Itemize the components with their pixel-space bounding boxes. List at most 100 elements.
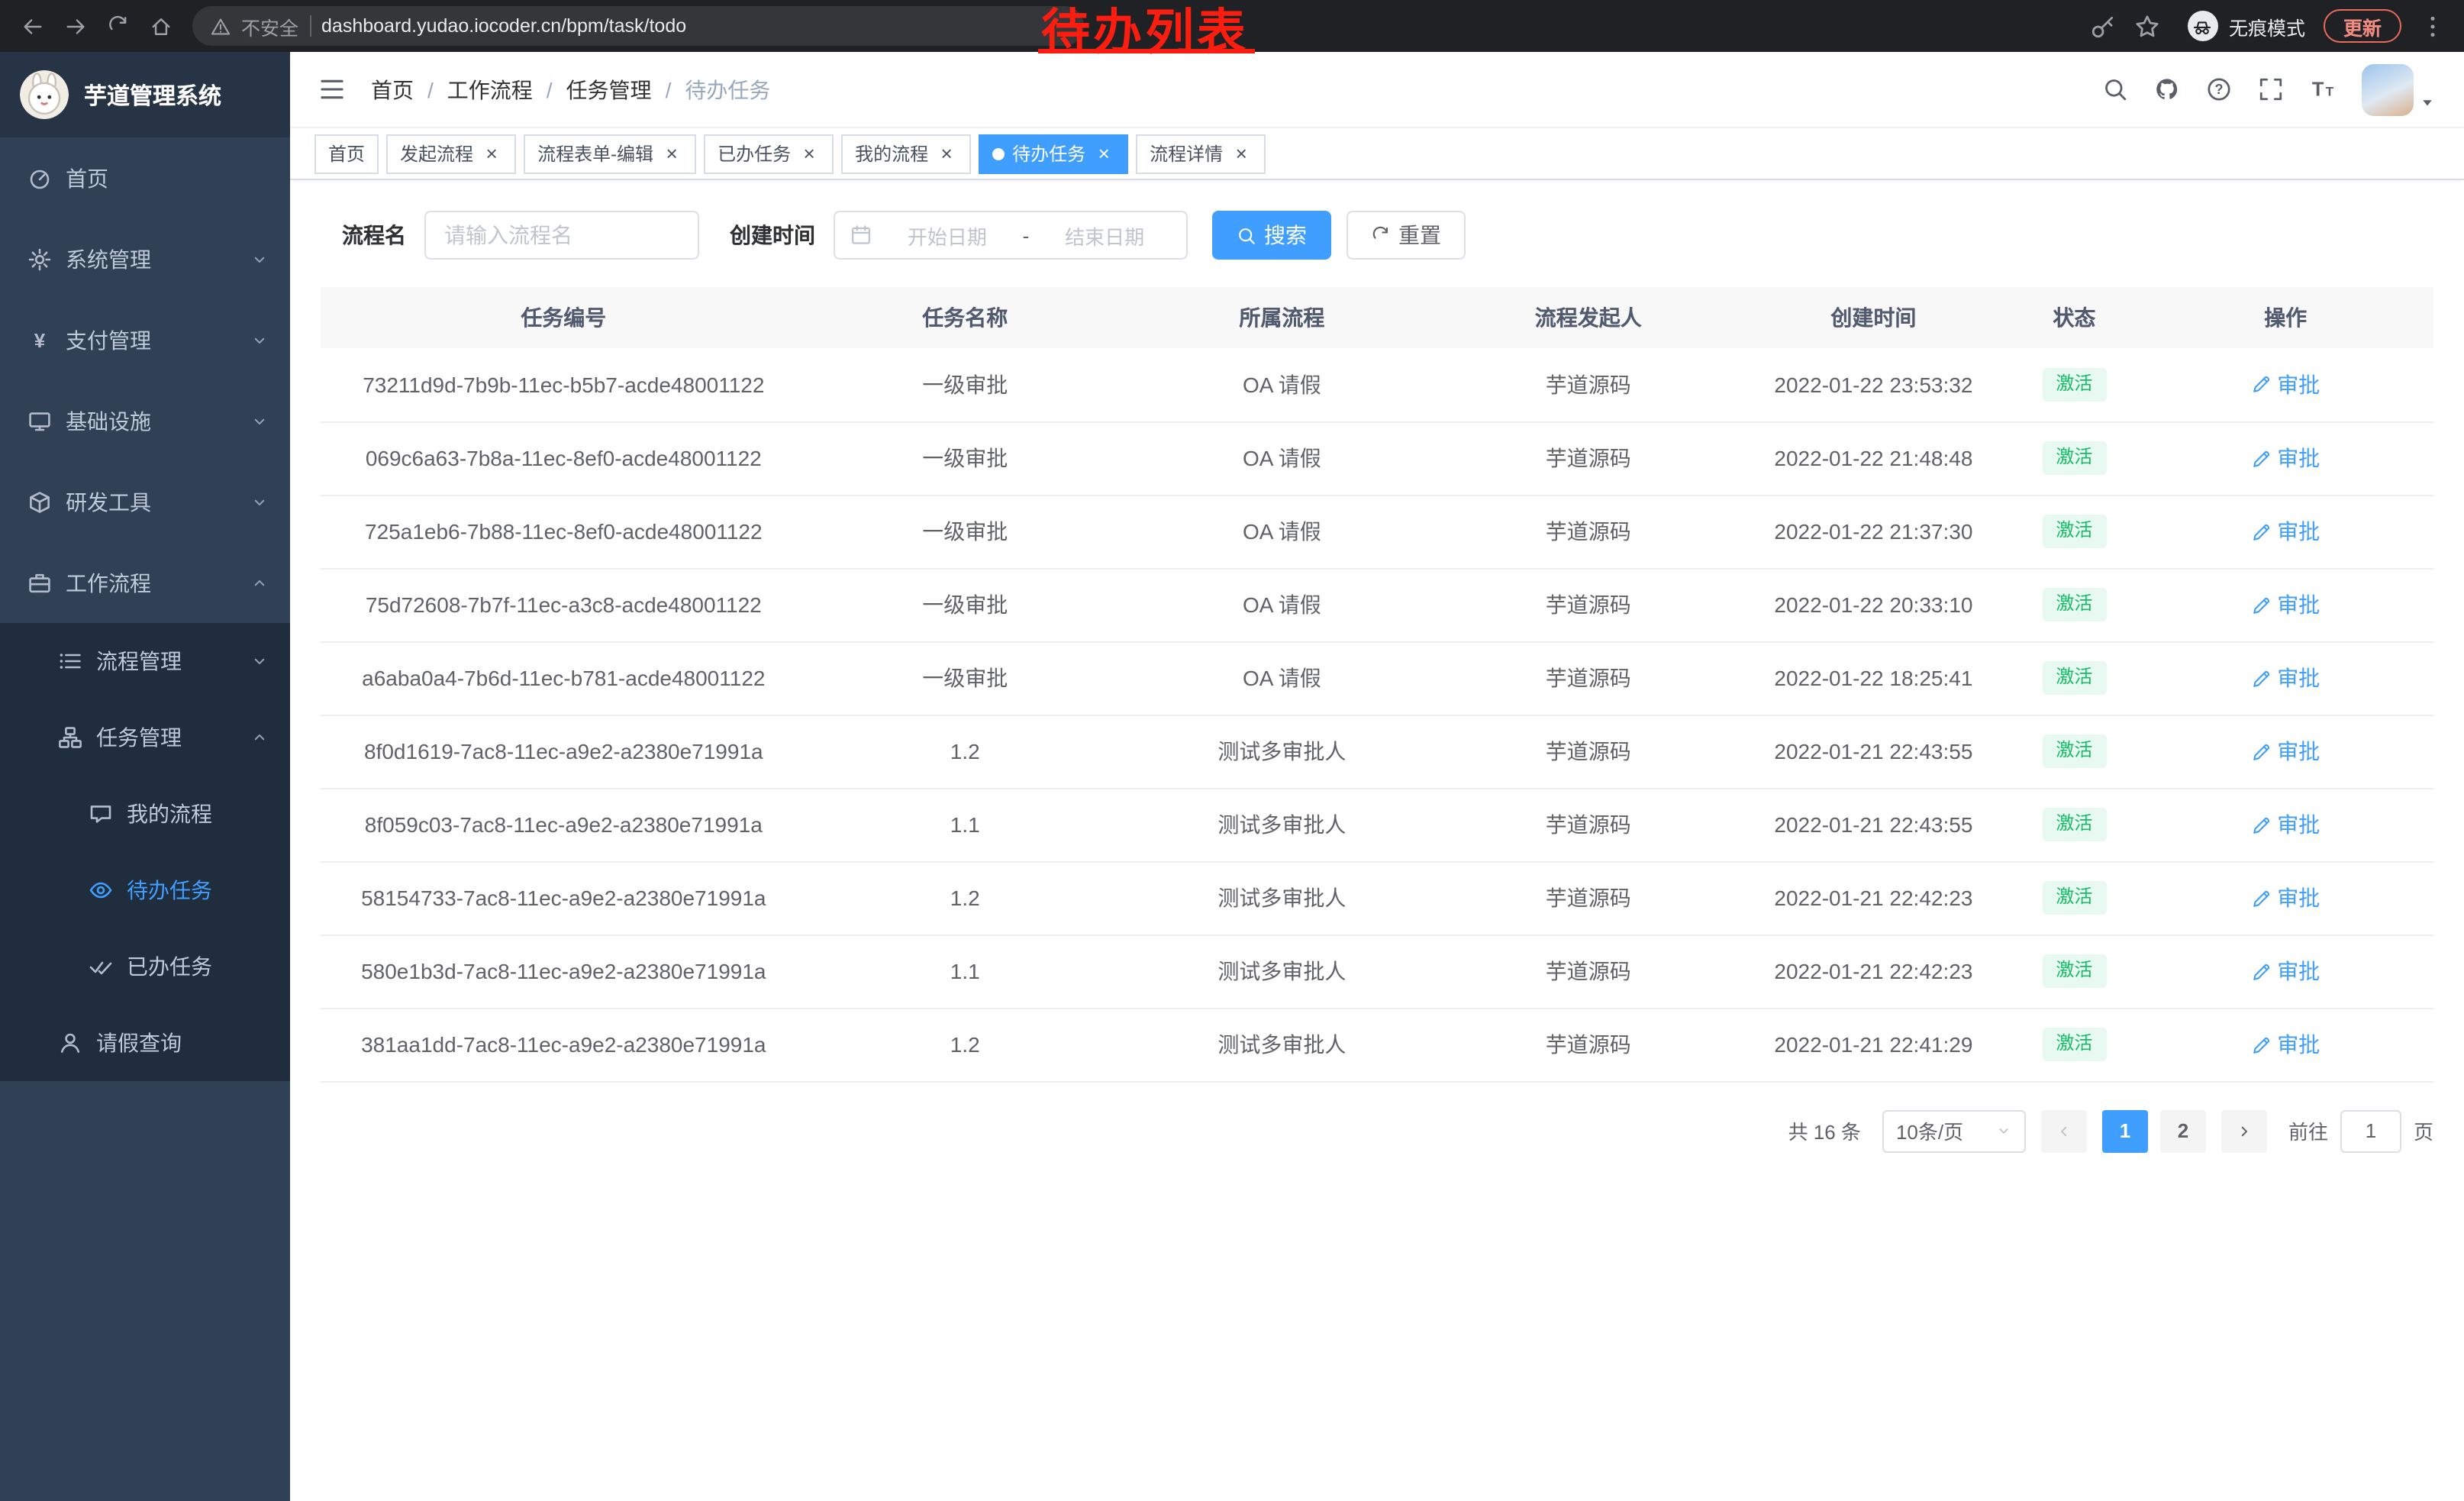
breadcrumb-item[interactable]: 首页 — [371, 74, 414, 105]
approve-link[interactable]: 审批 — [2251, 883, 2320, 913]
approve-link[interactable]: 审批 — [2251, 443, 2320, 473]
tab-流程表单-编辑[interactable]: 流程表单-编辑× — [524, 134, 696, 173]
sidebar-item-payment[interactable]: ¥支付管理 — [0, 299, 290, 380]
action-cell: 审批 — [2137, 641, 2433, 715]
font-size-button[interactable]: TT — [2310, 76, 2336, 102]
edit-icon — [2251, 961, 2271, 981]
chevron-left-icon — [2055, 1122, 2073, 1140]
sidebar-menu: 首页系统管理¥支付管理基础设施研发工具工作流程流程管理任务管理我的流程待办任务已… — [0, 137, 290, 1081]
update-button[interactable]: 更新 — [2324, 9, 2401, 43]
task-id-cell: 381aa1dd-7ac8-11ec-a9e2-a2380e71991a — [321, 1008, 807, 1081]
goto-page-input[interactable] — [2340, 1109, 2401, 1152]
search-button-label: 搜索 — [1264, 220, 1307, 250]
process-cell: OA 请假 — [1124, 568, 1440, 641]
approve-link[interactable]: 审批 — [2251, 663, 2320, 693]
tab-label: 首页 — [328, 140, 365, 166]
tab-首页[interactable]: 首页 — [314, 134, 379, 173]
breadcrumb-item[interactable]: 任务管理 — [566, 74, 652, 105]
close-icon[interactable]: × — [936, 143, 957, 164]
sidebar-logo[interactable]: 芋道管理系统 — [0, 52, 290, 137]
edit-icon — [2251, 448, 2271, 468]
reset-button[interactable]: 重置 — [1346, 211, 1466, 260]
tab-待办任务[interactable]: 待办任务× — [979, 134, 1128, 173]
close-icon[interactable]: × — [481, 143, 502, 164]
status-badge: 激活 — [2042, 881, 2106, 914]
sidebar-item-leave-query[interactable]: 请假查询 — [0, 1005, 290, 1081]
close-icon[interactable]: × — [1093, 143, 1114, 164]
close-icon[interactable]: × — [1230, 143, 1252, 164]
process-name-input[interactable] — [424, 211, 699, 260]
next-page-button[interactable] — [2221, 1109, 2267, 1152]
tab-我的流程[interactable]: 我的流程× — [841, 134, 971, 173]
approve-link[interactable]: 审批 — [2251, 956, 2320, 986]
user-menu[interactable] — [2362, 63, 2437, 115]
table-row: 73211d9d-7b9b-11ec-b5b7-acde48001122一级审批… — [321, 348, 2433, 421]
sidebar-item-label: 请假查询 — [96, 1028, 182, 1058]
password-key-button[interactable] — [2090, 13, 2116, 39]
approve-link[interactable]: 审批 — [2251, 736, 2320, 767]
address-divider — [309, 15, 311, 37]
tab-流程详情[interactable]: 流程详情× — [1136, 134, 1266, 173]
sidebar-item-label: 研发工具 — [66, 486, 151, 517]
incognito-chip: 无痕模式 — [2188, 11, 2305, 41]
fullscreen-button[interactable] — [2258, 76, 2284, 102]
approve-link[interactable]: 审批 — [2251, 516, 2320, 547]
sidebar-item-workflow[interactable]: 工作流程 — [0, 542, 290, 623]
process-cell: OA 请假 — [1124, 495, 1440, 568]
page-button-2[interactable]: 2 — [2160, 1109, 2206, 1152]
approve-link[interactable]: 审批 — [2251, 1029, 2320, 1060]
search-button[interactable]: 搜索 — [1212, 211, 1331, 260]
approve-link[interactable]: 审批 — [2251, 370, 2320, 400]
approve-label: 审批 — [2277, 443, 2320, 473]
approve-link[interactable]: 审批 — [2251, 809, 2320, 840]
page-size-select[interactable]: 10条/页 — [1882, 1109, 2026, 1152]
sidebar-item-label: 任务管理 — [96, 722, 182, 753]
starter-cell: 芋道源码 — [1440, 715, 1737, 788]
sidebar-item-devtools[interactable]: 研发工具 — [0, 461, 290, 542]
bookmark-star-button[interactable] — [2134, 13, 2160, 39]
github-button[interactable] — [2154, 76, 2180, 102]
create-time-cell: 2022-01-22 21:37:30 — [1737, 495, 2011, 568]
browser-home-button[interactable] — [140, 6, 180, 46]
breadcrumb-item[interactable]: 工作流程 — [447, 74, 533, 105]
process-cell: 测试多审批人 — [1124, 1008, 1440, 1081]
browser-forward-button[interactable] — [55, 6, 95, 46]
action-cell: 审批 — [2137, 421, 2433, 495]
close-icon[interactable]: × — [798, 143, 820, 164]
annotation-title: 待办列表 — [1041, 8, 1249, 56]
page-button-1[interactable]: 1 — [2102, 1109, 2148, 1152]
breadcrumb-separator: / — [547, 77, 553, 102]
sidebar-item-infra[interactable]: 基础设施 — [0, 380, 290, 461]
browser-menu-button[interactable] — [2420, 13, 2446, 39]
sidebar-item-process-mgmt[interactable]: 流程管理 — [0, 623, 290, 699]
edit-icon — [2251, 815, 2271, 834]
header-search-button[interactable] — [2102, 76, 2128, 102]
action-cell: 审批 — [2137, 861, 2433, 934]
sidebar-item-home[interactable]: 首页 — [0, 137, 290, 218]
approve-label: 审批 — [2277, 883, 2320, 913]
close-icon[interactable]: × — [661, 143, 682, 164]
browser-back-button[interactable] — [12, 6, 52, 46]
prev-page-button[interactable] — [2041, 1109, 2087, 1152]
sidebar-item-done-task[interactable]: 已办任务 — [0, 928, 290, 1005]
tab-已办任务[interactable]: 已办任务× — [704, 134, 834, 173]
browser-reload-button[interactable] — [98, 6, 137, 46]
sidebar-item-task-mgmt[interactable]: 任务管理 — [0, 699, 290, 776]
box-icon — [27, 489, 52, 514]
approve-link[interactable]: 审批 — [2251, 589, 2320, 620]
table-row: 381aa1dd-7ac8-11ec-a9e2-a2380e71991a1.2测… — [321, 1008, 2433, 1081]
sidebar-item-my-process[interactable]: 我的流程 — [0, 776, 290, 852]
sidebar-toggle-button[interactable] — [318, 75, 347, 104]
date-range-picker[interactable]: 开始日期 - 结束日期 — [834, 211, 1188, 260]
status-cell: 激活 — [2011, 715, 2137, 788]
create-time-cell: 2022-01-21 22:43:55 — [1737, 715, 2011, 788]
tab-发起流程[interactable]: 发起流程× — [386, 134, 516, 173]
action-cell: 审批 — [2137, 715, 2433, 788]
sidebar-item-system[interactable]: 系统管理 — [0, 218, 290, 299]
address-bar[interactable]: 不安全 dashboard.yudao.iocoder.cn/bpm/task/… — [192, 6, 1084, 46]
status-badge: 激活 — [2042, 368, 2106, 401]
sidebar-item-todo-task[interactable]: 待办任务 — [0, 852, 290, 928]
chevron-down-icon — [250, 492, 269, 511]
help-button[interactable]: ? — [2206, 76, 2232, 102]
sidebar-item-label: 支付管理 — [66, 324, 151, 355]
